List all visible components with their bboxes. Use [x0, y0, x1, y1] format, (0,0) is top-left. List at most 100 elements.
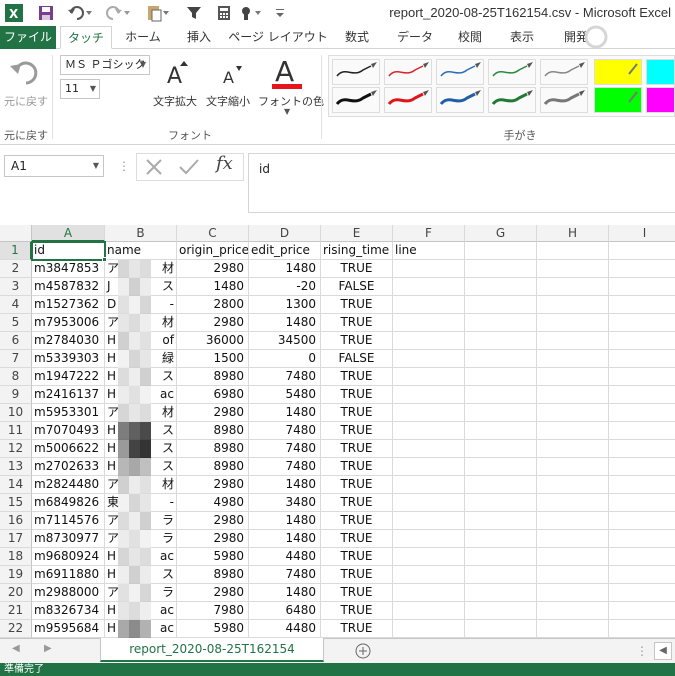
cell-f[interactable] — [393, 440, 465, 458]
row-header[interactable]: 3 — [0, 278, 32, 296]
column-header-a[interactable]: A — [32, 225, 105, 242]
cell-empty[interactable] — [609, 494, 675, 512]
cell-d[interactable]: 0 — [249, 350, 321, 368]
column-header-c[interactable]: C — [177, 225, 249, 242]
touch-mode-icon[interactable] — [238, 3, 268, 23]
cell-empty[interactable] — [465, 512, 537, 530]
row-header[interactable]: 4 — [0, 296, 32, 314]
cell-empty[interactable] — [609, 314, 675, 332]
column-header-e[interactable]: E — [321, 225, 393, 242]
tab-insert[interactable]: 挿入 — [176, 26, 222, 49]
cell-c[interactable]: 5980 — [177, 620, 249, 638]
pen-blue-thick-icon[interactable] — [436, 87, 484, 113]
cell-d[interactable]: edit_price — [249, 242, 321, 260]
cell-c[interactable]: 2800 — [177, 296, 249, 314]
cell-empty[interactable] — [609, 584, 675, 602]
row-header[interactable]: 22 — [0, 620, 32, 638]
cell-empty[interactable] — [465, 602, 537, 620]
tab-home[interactable]: ホーム — [116, 26, 170, 49]
cell-d[interactable]: 1480 — [249, 314, 321, 332]
cell-d[interactable]: 4480 — [249, 620, 321, 638]
cell-a[interactable]: m7114576 — [32, 512, 105, 530]
row-header[interactable]: 17 — [0, 530, 32, 548]
cell-d[interactable]: 1480 — [249, 512, 321, 530]
fill-handle[interactable] — [102, 257, 107, 262]
cell-f[interactable] — [393, 512, 465, 530]
cell-f[interactable] — [393, 602, 465, 620]
cell-e[interactable]: TRUE — [321, 260, 393, 278]
cell-a[interactable]: m2784030 — [32, 332, 105, 350]
pen-blue-thin-icon[interactable] — [436, 59, 484, 85]
cell-b[interactable]: ア材 — [105, 404, 177, 422]
cell-a[interactable]: m8326734 — [32, 602, 105, 620]
cell-f[interactable] — [393, 476, 465, 494]
cell-b[interactable]: Hof — [105, 332, 177, 350]
font-size-dropdown[interactable]: 11 ▼ — [60, 79, 100, 99]
cell-e[interactable]: TRUE — [321, 566, 393, 584]
cell-a[interactable]: m6849826 — [32, 494, 105, 512]
cell-f[interactable] — [393, 422, 465, 440]
cell-f[interactable] — [393, 332, 465, 350]
cell-e[interactable]: TRUE — [321, 620, 393, 638]
cell-empty[interactable] — [609, 260, 675, 278]
worksheet-grid[interactable]: ABCDEFGHI 1 id name origin_price edit_price r… — [0, 225, 675, 638]
cell-b[interactable]: ア材 — [105, 476, 177, 494]
column-header-f[interactable]: F — [393, 225, 465, 242]
customize-qat-icon[interactable] — [272, 3, 288, 23]
pen-red-thick-icon[interactable] — [384, 87, 432, 113]
row-header[interactable]: 13 — [0, 458, 32, 476]
cell-empty[interactable] — [609, 242, 675, 260]
cell-a[interactable]: m5953301 — [32, 404, 105, 422]
cell-c[interactable]: 8980 — [177, 368, 249, 386]
cell-e[interactable]: TRUE — [321, 422, 393, 440]
cell-c[interactable]: 7980 — [177, 602, 249, 620]
cell-b[interactable]: D- — [105, 296, 177, 314]
cell-a[interactable]: m7953006 — [32, 314, 105, 332]
cell-d[interactable]: 4480 — [249, 548, 321, 566]
cell-d[interactable]: 34500 — [249, 332, 321, 350]
cell-c[interactable]: 8980 — [177, 566, 249, 584]
cell-empty[interactable] — [465, 422, 537, 440]
cell-empty[interactable] — [537, 602, 609, 620]
cell-empty[interactable] — [465, 458, 537, 476]
cell-d[interactable]: 3480 — [249, 494, 321, 512]
cell-c[interactable]: 5980 — [177, 548, 249, 566]
cell-b[interactable]: name — [105, 242, 177, 260]
scroll-left-icon[interactable]: ◀ — [654, 642, 672, 660]
cell-f[interactable] — [393, 296, 465, 314]
cell-a[interactable]: m2702633 — [32, 458, 105, 476]
tab-file[interactable]: ファイル — [0, 26, 56, 49]
cell-empty[interactable] — [537, 440, 609, 458]
cell-empty[interactable] — [537, 530, 609, 548]
cell-e[interactable]: TRUE — [321, 548, 393, 566]
pen-green-thin-icon[interactable] — [488, 59, 536, 85]
cell-empty[interactable] — [609, 566, 675, 584]
highlighter-green-icon[interactable] — [594, 87, 642, 113]
row-header[interactable]: 21 — [0, 602, 32, 620]
tab-review[interactable]: 校閲 — [448, 26, 492, 49]
formula-input[interactable]: id — [248, 153, 675, 213]
row-header[interactable]: 9 — [0, 386, 32, 404]
cell-empty[interactable] — [609, 386, 675, 404]
calculator-icon[interactable] — [214, 3, 234, 23]
cell-a[interactable]: m8730977 — [32, 530, 105, 548]
cancel-icon[interactable] — [144, 157, 164, 180]
row-header[interactable]: 6 — [0, 332, 32, 350]
cell-empty[interactable] — [609, 440, 675, 458]
cell-empty[interactable] — [537, 368, 609, 386]
cell-empty[interactable] — [537, 242, 609, 260]
cell-e[interactable]: TRUE — [321, 404, 393, 422]
cell-d[interactable]: -20 — [249, 278, 321, 296]
cell-c[interactable]: 1500 — [177, 350, 249, 368]
cell-b[interactable]: Hス — [105, 422, 177, 440]
cell-d[interactable]: 1480 — [249, 404, 321, 422]
cell-empty[interactable] — [537, 260, 609, 278]
cell-empty[interactable] — [609, 332, 675, 350]
cell-e[interactable]: TRUE — [321, 476, 393, 494]
cell-f[interactable] — [393, 350, 465, 368]
undo-icon[interactable] — [66, 3, 94, 23]
tab-formulas[interactable]: 数式 — [334, 26, 380, 49]
cell-f[interactable] — [393, 530, 465, 548]
cell-e[interactable]: TRUE — [321, 584, 393, 602]
cell-c[interactable]: 1480 — [177, 278, 249, 296]
